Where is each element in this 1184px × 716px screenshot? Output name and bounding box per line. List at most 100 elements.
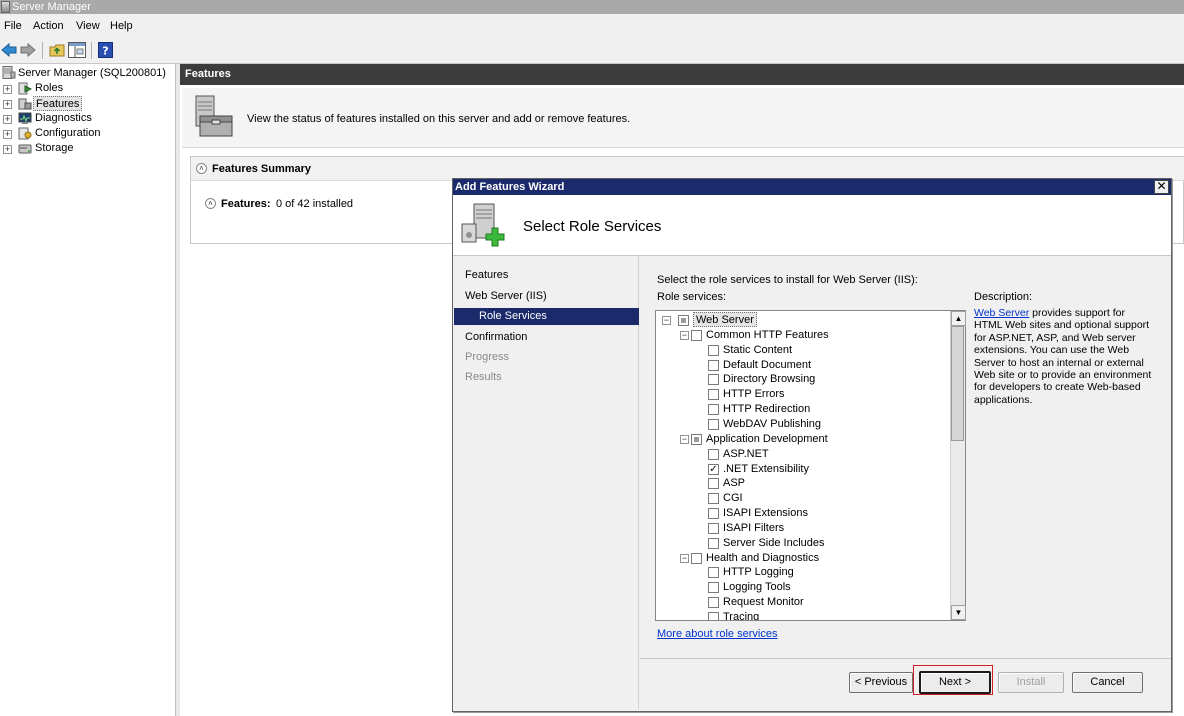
scrollbar-thumb[interactable]	[951, 326, 964, 441]
collapse-icon[interactable]: −	[680, 330, 689, 340]
wizard-step-web-server[interactable]: Web Server (IIS)	[465, 290, 547, 302]
role-service-item[interactable]: Logging Tools	[723, 580, 791, 595]
service-checkbox[interactable]	[708, 344, 719, 356]
close-icon[interactable]: ✕	[1154, 180, 1169, 194]
menu-view[interactable]: View	[76, 20, 100, 32]
role-service-item[interactable]: Common HTTP Features	[706, 328, 829, 343]
configuration-icon	[18, 127, 32, 140]
menu-action[interactable]: Action	[33, 20, 64, 32]
collapse-icon[interactable]: −	[680, 434, 689, 444]
service-checkbox[interactable]	[708, 418, 719, 430]
tree-item-storage[interactable]: Storage	[35, 141, 74, 156]
scroll-up-icon[interactable]: ▲	[951, 311, 966, 326]
role-service-item[interactable]: Request Monitor	[723, 595, 804, 610]
expand-icon[interactable]: +	[3, 100, 12, 109]
role-services-tree: − Web Server − Common HTTP Features Static C…	[655, 310, 966, 621]
role-service-item[interactable]: Web Server	[693, 312, 757, 327]
role-service-item[interactable]: ASP.NET	[723, 447, 769, 462]
previous-button[interactable]: < Previous	[849, 672, 913, 693]
collapse-up-icon[interactable]: ˄	[196, 163, 207, 174]
role-service-item[interactable]: Tracing	[723, 610, 759, 620]
role-service-item[interactable]: ISAPI Filters	[723, 521, 784, 536]
role-service-item[interactable]: ASP	[723, 476, 745, 491]
service-checkbox[interactable]	[691, 552, 702, 564]
server-add-icon	[460, 202, 508, 253]
show-hide-console-tree-icon[interactable]	[68, 42, 86, 61]
menu-file[interactable]: File	[4, 20, 22, 32]
role-service-item[interactable]: Static Content	[723, 343, 792, 358]
intro-text: View the status of features installed on…	[247, 113, 631, 125]
features-summary-title: Features Summary	[212, 163, 312, 175]
collapse-up-icon[interactable]: ˄	[205, 198, 216, 209]
service-checkbox[interactable]	[678, 315, 689, 326]
wizard-step-role-services[interactable]: Role Services	[454, 308, 639, 325]
tree-item-diagnostics[interactable]: Diagnostics	[35, 111, 92, 126]
service-checkbox[interactable]: ✓	[708, 463, 719, 475]
role-service-item[interactable]: ISAPI Extensions	[723, 506, 808, 521]
expand-icon[interactable]: +	[3, 145, 12, 154]
wizard-title-bar: Add Features Wizard	[453, 179, 1171, 195]
role-service-item[interactable]: .NET Extensibility	[723, 462, 809, 477]
menu-bar: File Action View Help	[0, 14, 1184, 38]
pane-header: Features	[180, 64, 1184, 85]
features-count-label: Features:	[221, 198, 271, 210]
role-service-item[interactable]: HTTP Logging	[723, 565, 794, 580]
collapse-icon[interactable]: −	[680, 553, 689, 563]
service-checkbox[interactable]	[691, 329, 702, 341]
menu-help[interactable]: Help	[110, 20, 133, 32]
server-manager-icon	[2, 66, 16, 79]
service-checkbox[interactable]	[708, 359, 719, 371]
service-checkbox[interactable]	[708, 582, 719, 594]
role-service-item[interactable]: Directory Browsing	[723, 372, 815, 387]
service-checkbox[interactable]	[708, 537, 719, 549]
service-checkbox[interactable]	[708, 522, 719, 534]
service-checkbox[interactable]	[708, 508, 719, 520]
scroll-down-icon[interactable]: ▼	[951, 605, 966, 620]
features-count-value: 0 of 42 installed	[276, 198, 354, 210]
help-icon[interactable]: ?	[98, 42, 113, 61]
toolbar: ?	[0, 38, 1184, 64]
role-service-item[interactable]: HTTP Redirection	[723, 402, 810, 417]
window-title-bar: Server Manager	[0, 0, 1184, 14]
service-checkbox[interactable]	[708, 404, 719, 416]
role-service-item[interactable]: Health and Diagnostics	[706, 551, 819, 566]
service-checkbox[interactable]	[708, 567, 719, 579]
tree-item-configuration[interactable]: Configuration	[35, 126, 100, 141]
collapse-icon[interactable]: −	[662, 316, 671, 325]
description-text: Web Server provides support for HTML Web…	[974, 307, 1154, 406]
next-button[interactable]: Next >	[919, 671, 991, 694]
service-checkbox[interactable]	[708, 493, 719, 505]
service-checkbox[interactable]	[691, 433, 702, 445]
service-checkbox[interactable]	[708, 612, 719, 620]
role-service-item[interactable]: Default Document	[723, 358, 811, 373]
role-service-item[interactable]: Application Development	[706, 432, 828, 447]
expand-icon[interactable]: +	[3, 115, 12, 124]
wizard-step-features[interactable]: Features	[465, 269, 508, 281]
wizard-header: Select Role Services	[453, 195, 1171, 256]
console-tree: Server Manager (SQL200801) + Roles + Fea…	[0, 64, 176, 716]
web-server-link[interactable]: Web Server	[974, 307, 1029, 319]
service-checkbox[interactable]	[708, 597, 719, 609]
service-checkbox[interactable]	[708, 389, 719, 401]
cancel-button[interactable]: Cancel	[1072, 672, 1143, 693]
role-service-item[interactable]: HTTP Errors	[723, 387, 785, 402]
roles-icon	[18, 82, 33, 95]
service-checkbox[interactable]	[708, 448, 719, 460]
tree-item-features[interactable]: Features	[33, 96, 83, 111]
window-title: Server Manager	[12, 1, 91, 13]
back-arrow-icon[interactable]	[1, 42, 17, 60]
role-service-item[interactable]: CGI	[723, 491, 743, 506]
expand-icon[interactable]: +	[3, 130, 12, 139]
more-about-role-services-link[interactable]: More about role services	[657, 628, 777, 640]
service-checkbox[interactable]	[708, 478, 719, 490]
tree-item-roles[interactable]: Roles	[35, 81, 63, 96]
role-service-item[interactable]: WebDAV Publishing	[723, 417, 821, 432]
role-service-item[interactable]: Server Side Includes	[723, 536, 825, 551]
wizard-step-confirmation[interactable]: Confirmation	[465, 331, 527, 343]
tree-item-server-manager[interactable]: Server Manager (SQL200801)	[18, 66, 166, 81]
service-checkbox[interactable]	[708, 374, 719, 386]
expand-icon[interactable]: +	[3, 85, 12, 94]
wizard-title: Add Features Wizard	[455, 181, 565, 193]
up-folder-icon[interactable]	[49, 42, 65, 61]
forward-arrow-icon[interactable]	[20, 42, 36, 60]
